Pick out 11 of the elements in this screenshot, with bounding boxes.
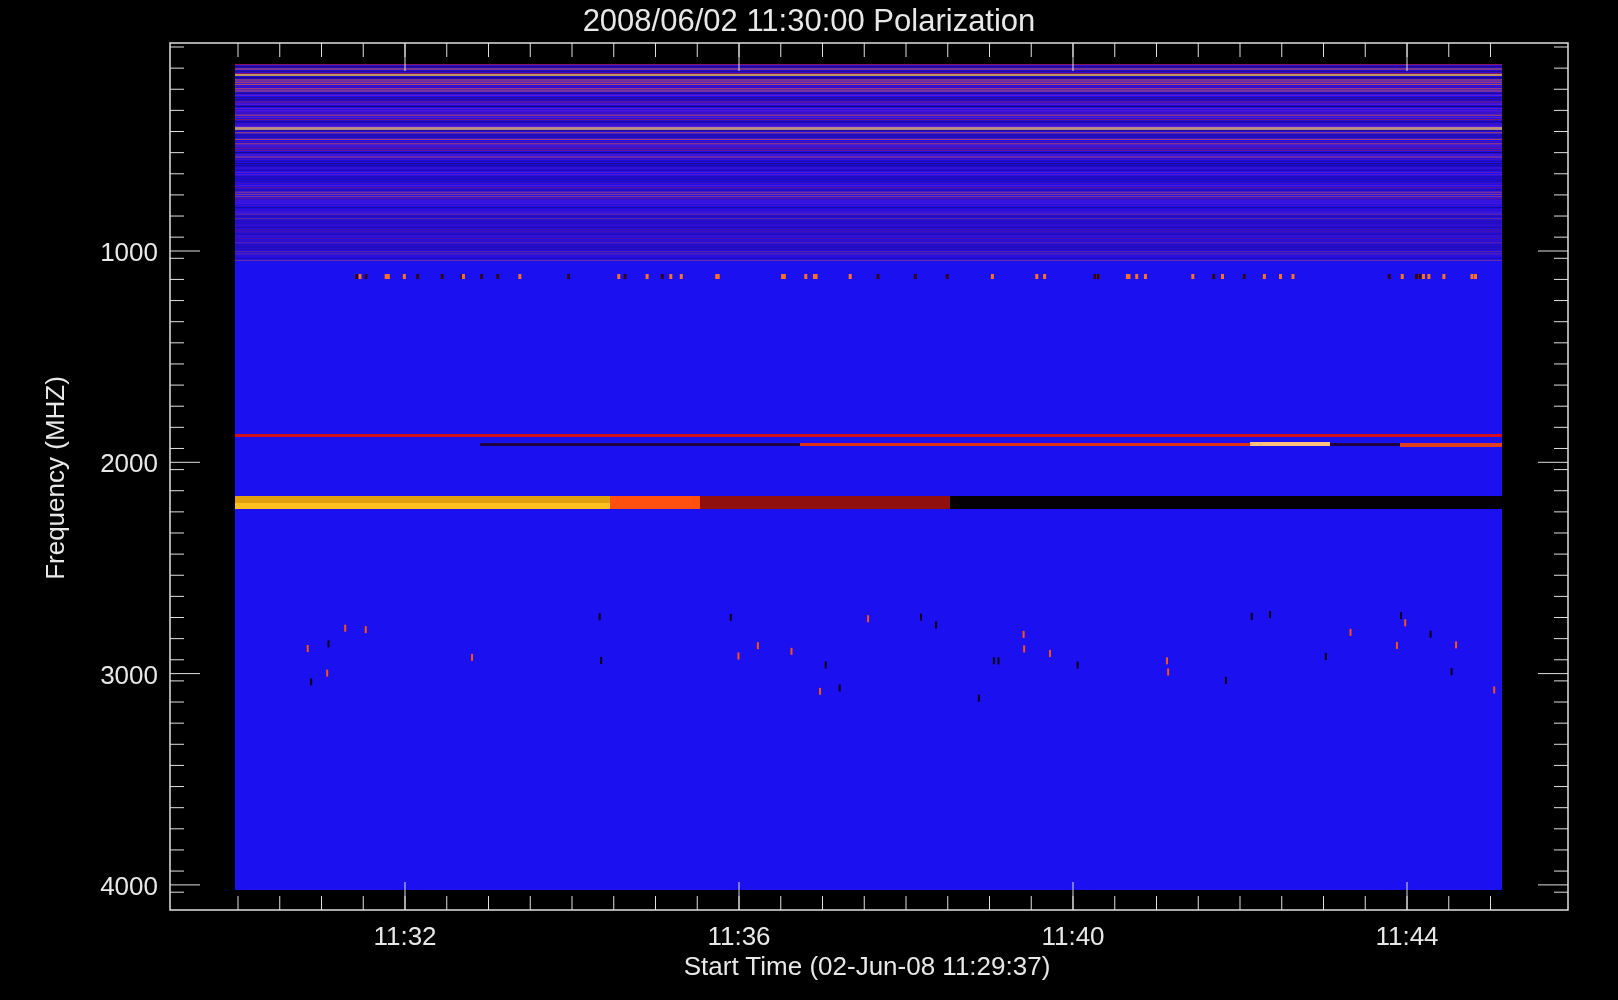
x-tick-label: 11:44 xyxy=(1375,921,1439,951)
y-axis-label: Frequency (MHZ) xyxy=(40,376,70,580)
chart-title: 2008/06/02 11:30:00 Polarization xyxy=(582,3,1036,38)
x-tick-label: 11:36 xyxy=(707,921,771,951)
x-tick-label: 11:40 xyxy=(1041,921,1105,951)
y-tick-label: 2000 xyxy=(100,448,158,479)
x-tick-label: 11:32 xyxy=(373,921,437,951)
x-axis-label: Start Time (02-Jun-08 11:29:37) xyxy=(683,951,1051,981)
y-tick-label: 1000 xyxy=(100,237,158,267)
y-tick-label: 4000 xyxy=(100,870,158,901)
y-tick-label: 3000 xyxy=(100,659,158,690)
